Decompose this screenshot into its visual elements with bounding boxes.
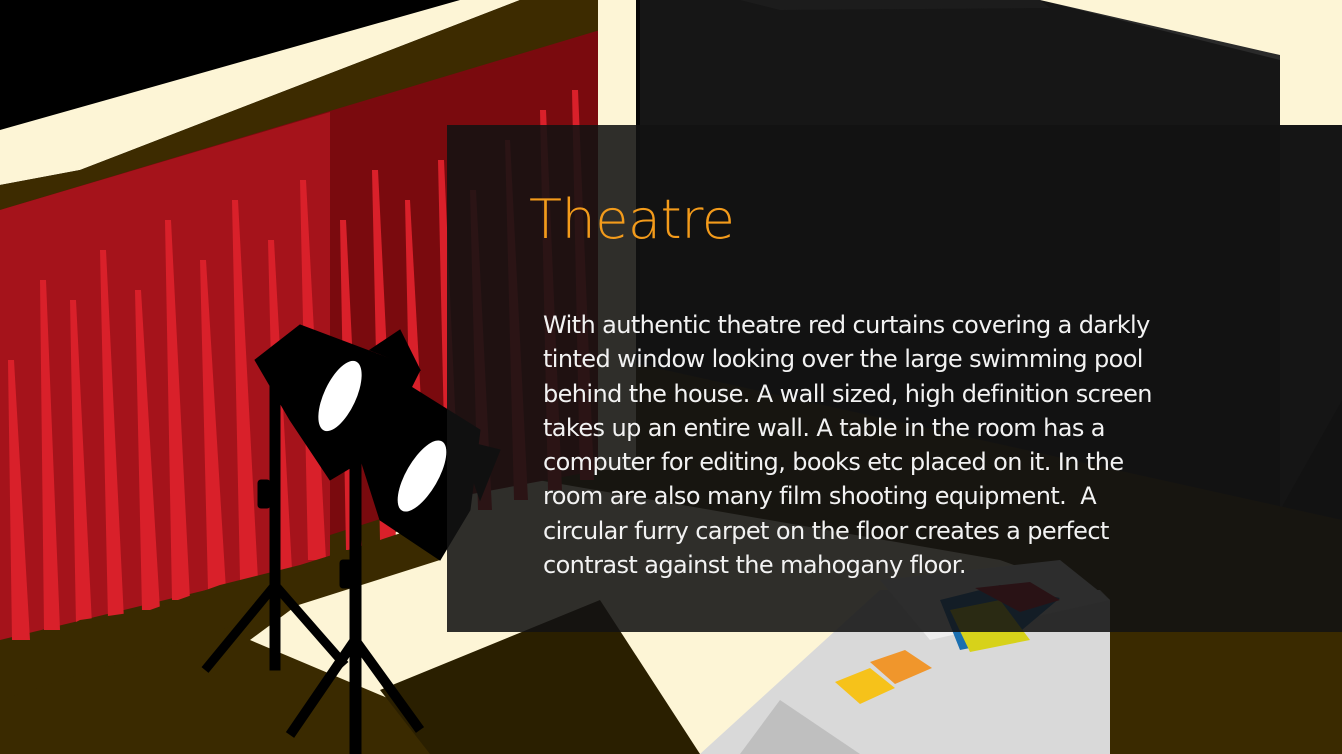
slide-body-text: With authentic theatre red curtains cove… — [543, 311, 1153, 580]
slide-title: Theatre — [529, 188, 735, 251]
